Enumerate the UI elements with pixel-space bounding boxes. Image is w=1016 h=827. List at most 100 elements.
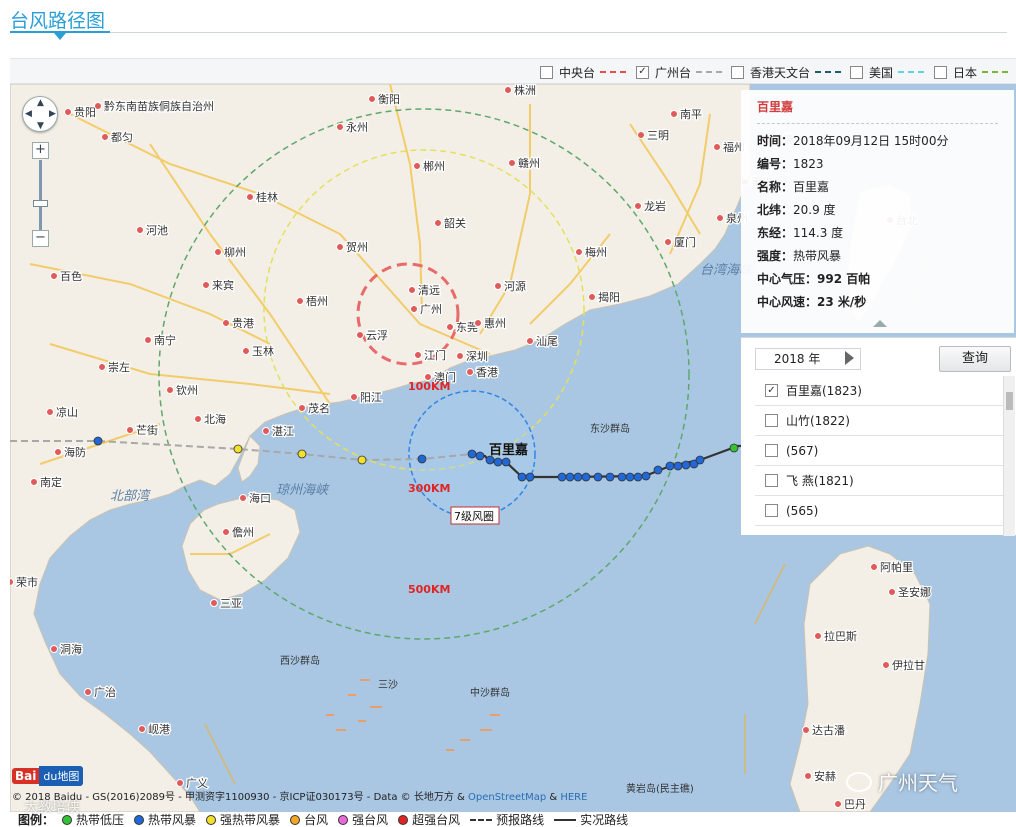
pan-down-icon[interactable]: ▼ xyxy=(37,121,44,131)
track-point[interactable] xyxy=(93,436,103,446)
info-row: 北纬：20.9 度 xyxy=(757,199,998,222)
zoom-in-button[interactable]: + xyxy=(32,142,49,159)
track-point[interactable] xyxy=(557,472,567,482)
storm-list-item[interactable]: (565) xyxy=(755,496,1003,526)
track-point[interactable] xyxy=(633,472,643,482)
checkbox-icon[interactable] xyxy=(850,65,863,79)
checkbox-icon[interactable] xyxy=(765,444,778,457)
typhoon-info-panel: 百里嘉 时间：2018年09月12日 15时00分 编号：1823 名称：百里嘉 北纬… xyxy=(741,90,1014,333)
pan-left-icon[interactable]: ◀ xyxy=(25,109,32,119)
city-dot-icon xyxy=(456,352,464,360)
track-point[interactable] xyxy=(653,465,663,475)
legend-actual: 实况路线 xyxy=(554,811,628,827)
storm-list-item[interactable]: (567) xyxy=(755,436,1003,466)
info-row-value: 114.3 度 xyxy=(793,226,844,240)
query-button[interactable]: 查询 xyxy=(939,346,1011,372)
storm-list-scrollbar[interactable] xyxy=(1003,376,1015,536)
pan-control[interactable]: ▲ ▼ ◀ ▶ xyxy=(22,96,58,132)
city-dot-icon xyxy=(504,86,512,94)
track-point[interactable] xyxy=(581,472,591,482)
track-point[interactable] xyxy=(593,472,603,482)
info-row: 名称：百里嘉 xyxy=(757,176,998,199)
track-point[interactable] xyxy=(467,449,477,459)
track-point[interactable] xyxy=(493,457,503,467)
city-dot-icon xyxy=(466,368,474,376)
pan-up-icon[interactable]: ▲ xyxy=(37,98,44,108)
track-point[interactable] xyxy=(357,455,367,465)
city-dot-icon xyxy=(368,95,376,103)
page: { "header": { "title": "台风路径图" }, "agenc… xyxy=(0,0,1016,827)
zoom-slider-thumb[interactable] xyxy=(33,200,48,207)
track-point[interactable] xyxy=(665,461,675,471)
track-point[interactable] xyxy=(517,472,527,482)
city-label: 揭阳 xyxy=(598,290,620,304)
pan-right-icon[interactable]: ▶ xyxy=(49,109,56,119)
track-point[interactable] xyxy=(729,443,739,453)
checkbox-icon[interactable] xyxy=(765,504,778,517)
storm-list-item[interactable]: 山竹(1822) xyxy=(755,406,1003,436)
track-point[interactable] xyxy=(525,472,535,482)
next-year-icon[interactable] xyxy=(845,351,854,365)
city-label: 河池 xyxy=(146,224,168,237)
city-label: 汕尾 xyxy=(536,335,558,348)
city-dot-icon xyxy=(336,243,344,251)
storm-list-item[interactable]: 飞 燕(1821) xyxy=(755,466,1003,496)
city-label: 赣州 xyxy=(518,156,540,170)
agency-toggle-cma[interactable]: 中央台 xyxy=(540,63,627,81)
info-row-label: 北纬： xyxy=(757,203,794,217)
storm-label: 百里嘉(1823) xyxy=(786,384,862,398)
track-point[interactable] xyxy=(673,461,683,471)
city-label: 阳江 xyxy=(360,391,382,404)
track-point[interactable] xyxy=(417,454,427,464)
track-point[interactable] xyxy=(695,455,705,465)
track-point[interactable] xyxy=(641,471,651,481)
track-point[interactable] xyxy=(605,472,615,482)
dash-line-icon xyxy=(815,71,842,73)
city-label: 玉林 xyxy=(252,344,274,358)
track-point[interactable] xyxy=(565,472,575,482)
checkbox-icon[interactable] xyxy=(731,65,744,79)
track-point[interactable] xyxy=(617,472,627,482)
checkbox-checked-icon[interactable]: ✓ xyxy=(636,65,649,79)
city-label: 海口 xyxy=(249,491,271,505)
track-point[interactable] xyxy=(501,457,511,467)
collapse-panel-icon[interactable] xyxy=(873,320,887,327)
dash-line-icon xyxy=(600,71,627,73)
city-label: 永州 xyxy=(346,120,368,134)
city-dot-icon xyxy=(296,297,304,305)
track-point[interactable] xyxy=(297,449,307,459)
city-label: 洞海 xyxy=(60,642,82,656)
legend-item-label: 强热带风暴 xyxy=(220,813,281,827)
info-row-label: 名称： xyxy=(757,180,794,194)
track-point[interactable] xyxy=(625,472,635,482)
agency-toggle-japan[interactable]: 日本 xyxy=(934,63,1009,81)
storm-list-item[interactable]: ✓ 百里嘉(1823) xyxy=(755,376,1003,406)
city-label: 龙岩 xyxy=(644,199,666,213)
agency-toggle-guangzhou[interactable]: ✓ 广州台 xyxy=(636,63,723,81)
city-dot-icon xyxy=(239,494,247,502)
checkbox-icon[interactable] xyxy=(934,65,947,79)
osm-link[interactable]: OpenStreetMap xyxy=(468,792,546,803)
city-label: 三亚 xyxy=(220,597,242,610)
track-point[interactable] xyxy=(475,451,485,461)
checkbox-checked-icon[interactable]: ✓ xyxy=(765,384,778,397)
scroll-thumb[interactable] xyxy=(1006,392,1013,410)
here-link[interactable]: HERE xyxy=(560,792,587,803)
track-point[interactable] xyxy=(681,460,691,470)
zoom-out-button[interactable]: − xyxy=(32,230,49,247)
city-label: 达古潘 xyxy=(812,724,845,737)
zoom-slider-track[interactable] xyxy=(39,160,42,232)
city-marker[interactable]: 黔东南苗族侗族自治州 xyxy=(94,98,215,114)
checkbox-icon[interactable] xyxy=(765,414,778,427)
legend-dot-icon xyxy=(62,814,73,825)
agency-toggle-usa[interactable]: 美国 xyxy=(850,63,925,81)
city-dot-icon xyxy=(888,588,896,596)
city-dot-icon xyxy=(138,725,146,733)
city-dot-icon xyxy=(575,248,583,256)
track-point[interactable] xyxy=(573,472,583,482)
city-dot-icon xyxy=(716,214,724,222)
track-point[interactable] xyxy=(233,444,243,454)
checkbox-icon[interactable] xyxy=(765,474,778,487)
agency-toggle-hko[interactable]: 香港天文台 xyxy=(731,63,842,81)
checkbox-icon[interactable] xyxy=(540,65,553,79)
